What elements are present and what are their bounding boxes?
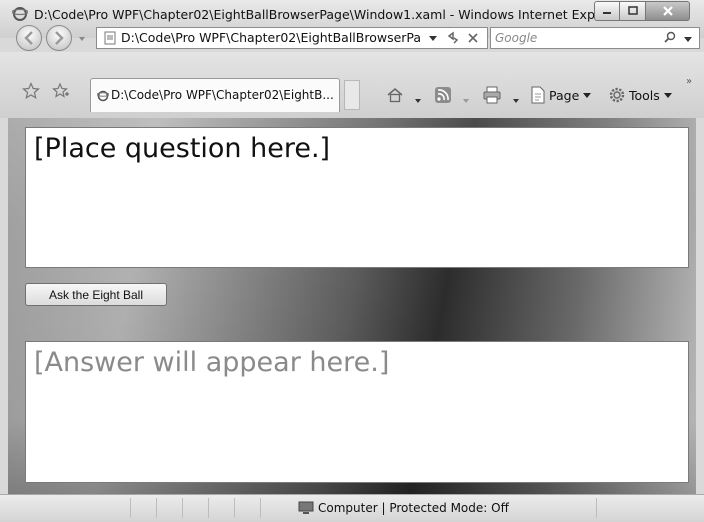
security-zone-status[interactable]: Computer | Protected Mode: Off <box>318 500 509 516</box>
tab-eightball-page[interactable]: D:\Code\Pro WPF\Chapter02\EightB... <box>90 78 340 112</box>
search-icon[interactable] <box>663 31 677 45</box>
ie-logo-icon <box>12 7 28 21</box>
page-menu-dropdown-icon <box>583 93 592 98</box>
status-divider <box>596 498 597 518</box>
status-divider <box>234 498 235 518</box>
page-menu-button[interactable]: Page <box>530 86 592 104</box>
more-commands-chevron-icon[interactable]: » <box>686 76 692 87</box>
status-divider <box>260 498 261 518</box>
address-bar[interactable]: D:\Code\Pro WPF\Chapter02\EightBallBrows… <box>96 27 488 49</box>
feeds-button[interactable] <box>434 86 452 104</box>
forward-button[interactable] <box>46 25 72 51</box>
recent-pages-dropdown-icon[interactable] <box>78 35 86 43</box>
question-textbox[interactable]: [Place question here.] <box>25 127 689 268</box>
tab-label: D:\Code\Pro WPF\Chapter02\EightB... <box>111 88 334 102</box>
status-divider <box>156 498 157 518</box>
page-content: [Place question here.] Ask the Eight Bal… <box>8 118 696 494</box>
back-button[interactable] <box>16 25 42 51</box>
page-icon <box>104 31 116 45</box>
search-placeholder[interactable]: Google <box>495 30 537 46</box>
add-favorites-icon[interactable] <box>52 82 70 100</box>
gear-icon <box>609 87 625 103</box>
print-button[interactable] <box>482 86 502 104</box>
status-divider <box>208 498 209 518</box>
tools-menu-dropdown-icon <box>663 93 672 98</box>
status-divider <box>182 498 183 518</box>
status-divider <box>130 498 131 518</box>
address-url[interactable]: D:\Code\Pro WPF\Chapter02\EightBallBrows… <box>121 30 421 46</box>
question-text[interactable]: [Place question here.] <box>34 132 330 166</box>
page-menu-label: Page <box>549 87 580 103</box>
home-icon <box>387 88 403 103</box>
ie-page-icon <box>97 90 109 102</box>
close-button[interactable] <box>646 1 690 21</box>
ask-eight-ball-button[interactable]: Ask the Eight Ball <box>25 283 167 306</box>
status-bar: Computer | Protected Mode: Off <box>0 494 704 522</box>
answer-text[interactable]: [Answer will appear here.] <box>34 346 389 380</box>
tools-menu-button[interactable]: Tools <box>608 86 673 104</box>
refresh-icon[interactable] <box>445 30 461 46</box>
tools-menu-label: Tools <box>629 87 660 103</box>
window-title: D:\Code\Pro WPF\Chapter02\EightBallBrows… <box>34 7 600 22</box>
stop-icon[interactable] <box>465 30 481 46</box>
address-dropdown-icon[interactable] <box>427 32 439 44</box>
maximize-button[interactable] <box>620 1 646 21</box>
minimize-icon <box>603 12 611 14</box>
feeds-dropdown-icon[interactable] <box>462 92 470 110</box>
forward-arrow-icon <box>55 31 64 45</box>
maximize-icon <box>627 6 638 15</box>
page-menu-icon <box>531 86 545 104</box>
back-arrow-icon <box>24 31 33 45</box>
window-controls <box>594 1 690 21</box>
close-icon <box>662 6 673 16</box>
printer-icon <box>483 86 501 104</box>
new-tab-button[interactable] <box>344 80 360 110</box>
home-dropdown-icon[interactable] <box>414 92 422 110</box>
rss-feed-icon <box>435 87 451 103</box>
home-button[interactable] <box>386 86 404 104</box>
search-box[interactable]: Google <box>490 27 700 49</box>
answer-textbox[interactable]: [Answer will appear here.] <box>25 341 689 483</box>
computer-zone-icon <box>298 501 314 514</box>
favorites-star-icon[interactable] <box>22 82 40 100</box>
search-options-dropdown-icon[interactable] <box>683 34 693 44</box>
print-dropdown-icon[interactable] <box>512 92 520 110</box>
minimize-button[interactable] <box>594 1 620 21</box>
